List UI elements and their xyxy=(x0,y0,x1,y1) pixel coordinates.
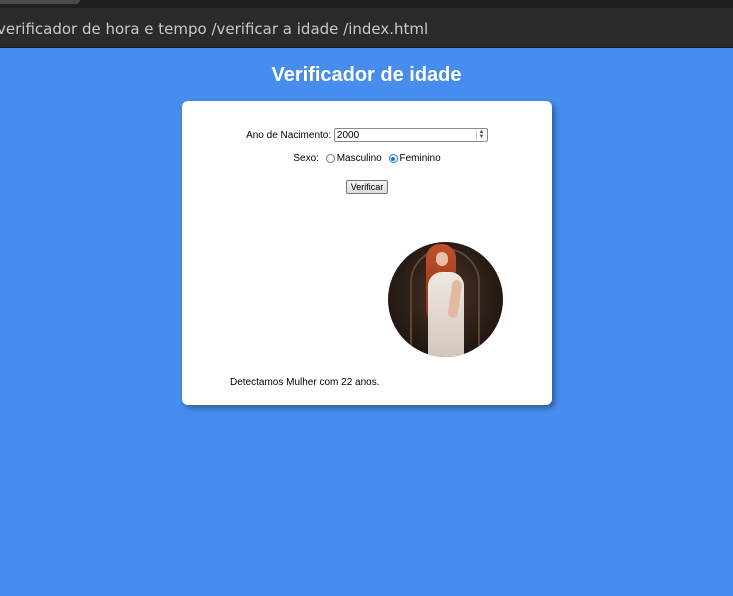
verify-button[interactable]: Verificar xyxy=(345,180,389,194)
verifier-card: Ano de Nacimento: 2000 ▲ ▼ Sexo: Masculin… xyxy=(182,101,552,405)
birth-year-input[interactable]: 2000 ▲ ▼ xyxy=(333,128,488,142)
address-bar-text: verificador de hora e tempo /verificar a… xyxy=(0,20,429,38)
sex-row: Sexo: Masculino Feminino xyxy=(182,153,552,164)
radio-masculino-label[interactable]: Masculino xyxy=(337,153,382,164)
sex-label: Sexo: xyxy=(293,153,319,164)
submit-row: Verificar xyxy=(182,177,552,195)
photo-face xyxy=(436,252,448,266)
radio-feminino-label[interactable]: Feminino xyxy=(400,153,441,164)
browser-tab[interactable] xyxy=(0,0,80,4)
result-text: Detectamos Mulher com 22 anos. xyxy=(230,377,380,388)
radio-masculino[interactable] xyxy=(325,154,335,163)
birth-year-value: 2000 xyxy=(336,130,360,141)
birth-year-row: Ano de Nacimento: 2000 ▲ ▼ xyxy=(182,128,552,142)
radio-feminino[interactable] xyxy=(388,154,398,163)
number-spinner-icon[interactable]: ▲ ▼ xyxy=(475,129,486,140)
result-photo xyxy=(388,242,503,357)
birth-year-label: Ano de Nacimento: xyxy=(246,129,332,141)
address-bar[interactable]: verificador de hora e tempo /verificar a… xyxy=(0,8,733,48)
page-title: Verificador de idade xyxy=(271,64,462,86)
browser-tab-strip xyxy=(0,0,733,8)
